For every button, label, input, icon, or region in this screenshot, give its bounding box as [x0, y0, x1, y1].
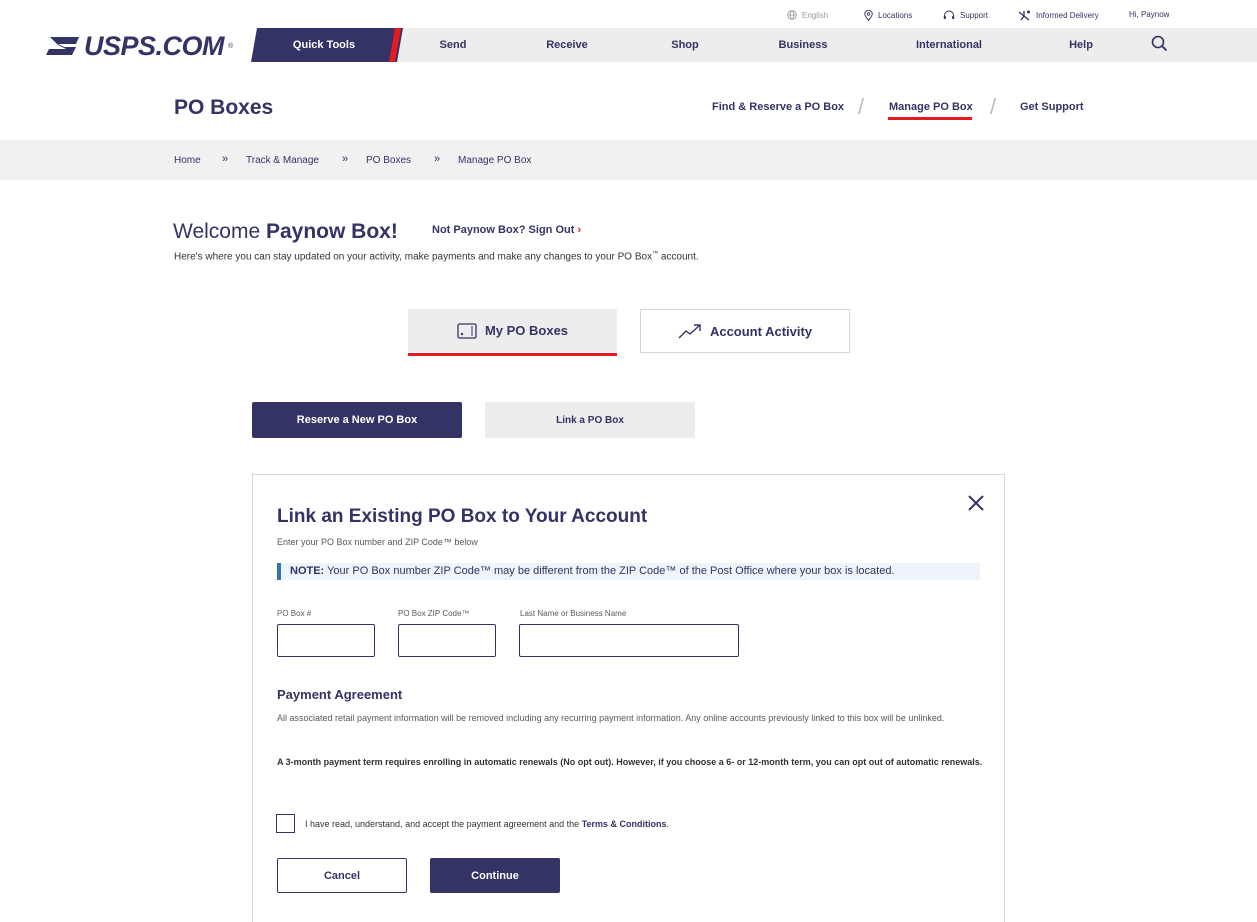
user-greeting[interactable]: Hi, Paynow [1129, 10, 1169, 19]
agreement-label: I have read, understand, and accept the … [305, 819, 669, 829]
nav-business[interactable]: Business [763, 28, 843, 62]
breadcrumb-separator: » [342, 153, 349, 165]
nav-international[interactable]: International [893, 28, 1005, 62]
agreement-text: I have read, understand, and accept the … [305, 819, 582, 829]
link-po-box-button[interactable]: Link a PO Box [485, 402, 695, 438]
close-button[interactable] [966, 493, 986, 518]
logo-registered-mark: ® [228, 42, 234, 50]
po-box-number-input[interactable] [277, 624, 375, 657]
intro-text: Here's where you can stay updated on you… [174, 251, 653, 263]
header-divider: / [990, 94, 997, 119]
nav-send[interactable]: Send [425, 28, 481, 62]
breadcrumb-home[interactable]: Home [174, 155, 201, 166]
support-label: Support [960, 11, 989, 20]
note-label: NOTE: [290, 565, 325, 577]
nav-receive[interactable]: Receive [527, 28, 607, 62]
informed-delivery-icon [1018, 10, 1030, 21]
nav-shop[interactable]: Shop [657, 28, 713, 62]
locations-label: Locations [878, 11, 913, 20]
active-tab-underline [408, 353, 617, 356]
logo-text: USPS.COM [84, 30, 225, 61]
find-reserve-link[interactable]: Find & Reserve a PO Box [712, 101, 844, 113]
tab-account-activity-label: Account Activity [709, 323, 813, 339]
utility-bar: English Locations Support Informed Deliv… [0, 0, 1257, 28]
trend-up-icon [678, 324, 701, 339]
zip-code-input[interactable] [398, 624, 496, 657]
panel-subtitle: Enter your PO Box number and ZIP Code™ b… [277, 537, 478, 547]
main-nav: USPS.COM ® Quick Tools Send Receive Shop … [0, 28, 1257, 62]
welcome-name: Paynow Box! [265, 220, 398, 243]
support-link[interactable]: Support [943, 10, 988, 21]
terms-conditions-link[interactable]: Terms & Conditions [582, 819, 667, 829]
po-box-icon [457, 322, 477, 339]
breadcrumb-po-boxes[interactable]: PO Boxes [366, 155, 411, 166]
nav-quick-tools[interactable]: Quick Tools [254, 28, 394, 62]
active-link-underline [888, 117, 972, 120]
eagle-logo-icon [46, 37, 79, 55]
po-box-number-label: PO Box # [277, 609, 312, 618]
headset-icon [943, 10, 955, 19]
language-selector[interactable]: English [787, 10, 828, 20]
welcome-prefix: Welcome [173, 220, 266, 243]
usps-logo[interactable]: USPS.COM ® [46, 31, 233, 61]
last-name-input[interactable] [519, 624, 739, 657]
informed-delivery-link[interactable]: Informed Delivery [1018, 10, 1099, 21]
welcome-intro: Here's where you can stay updated on you… [174, 251, 699, 262]
payment-term-notice: A 3-month payment term requires enrollin… [277, 757, 983, 767]
user-greeting-label: Hi, Paynow [1129, 10, 1170, 19]
zip-code-label: PO Box ZIP Code™ [398, 609, 470, 618]
location-pin-icon [864, 10, 873, 21]
note-text: NOTE: Your PO Box number ZIP Code™ may b… [290, 565, 895, 577]
globe-icon [787, 10, 797, 20]
informed-delivery-label: Informed Delivery [1036, 11, 1099, 20]
panel-title: Link an Existing PO Box to Your Account [277, 506, 648, 527]
search-icon [1151, 35, 1168, 52]
tab-account-activity[interactable]: Account Activity [640, 309, 850, 353]
tab-my-po-boxes-label: My PO Boxes [484, 323, 569, 338]
language-label: English [802, 10, 829, 20]
cancel-button[interactable]: Cancel [277, 858, 407, 893]
close-icon [968, 495, 984, 511]
sign-out-label: Not Paynow Box? Sign Out [432, 224, 575, 236]
page-title: PO Boxes [174, 96, 274, 119]
agreement-checkbox[interactable] [276, 814, 295, 833]
reserve-new-po-box-button[interactable]: Reserve a New PO Box [252, 402, 462, 438]
welcome-heading: Welcome Paynow Box! [173, 220, 398, 244]
tab-my-po-boxes[interactable]: My PO Boxes [408, 309, 617, 352]
chevron-right-icon: › [577, 224, 582, 236]
manage-po-box-link[interactable]: Manage PO Box [889, 101, 973, 113]
note-body: Your PO Box number ZIP Code™ may be diff… [324, 565, 895, 577]
payment-agreement-text: All associated retail payment informatio… [277, 713, 945, 723]
get-support-link[interactable]: Get Support [1020, 101, 1084, 113]
locations-link[interactable]: Locations [864, 10, 912, 21]
zip-note: NOTE: Your PO Box number ZIP Code™ may b… [277, 563, 980, 580]
breadcrumb-separator: » [434, 153, 441, 165]
header-divider: / [858, 94, 865, 119]
breadcrumb-manage-po-box: Manage PO Box [458, 155, 532, 166]
breadcrumb-separator: » [222, 153, 229, 165]
continue-button[interactable]: Continue [430, 858, 560, 893]
sign-out-link[interactable]: Not Paynow Box? Sign Out › [432, 224, 581, 236]
payment-agreement-heading: Payment Agreement [277, 687, 403, 702]
breadcrumb-track-manage[interactable]: Track & Manage [246, 155, 319, 166]
search-button[interactable] [1151, 35, 1168, 57]
intro-end: account. [658, 251, 699, 263]
note-accent-bar [277, 563, 281, 580]
agreement-period: . [666, 819, 670, 829]
nav-help[interactable]: Help [1053, 28, 1109, 62]
last-name-label: Last Name or Business Name [520, 609, 627, 618]
